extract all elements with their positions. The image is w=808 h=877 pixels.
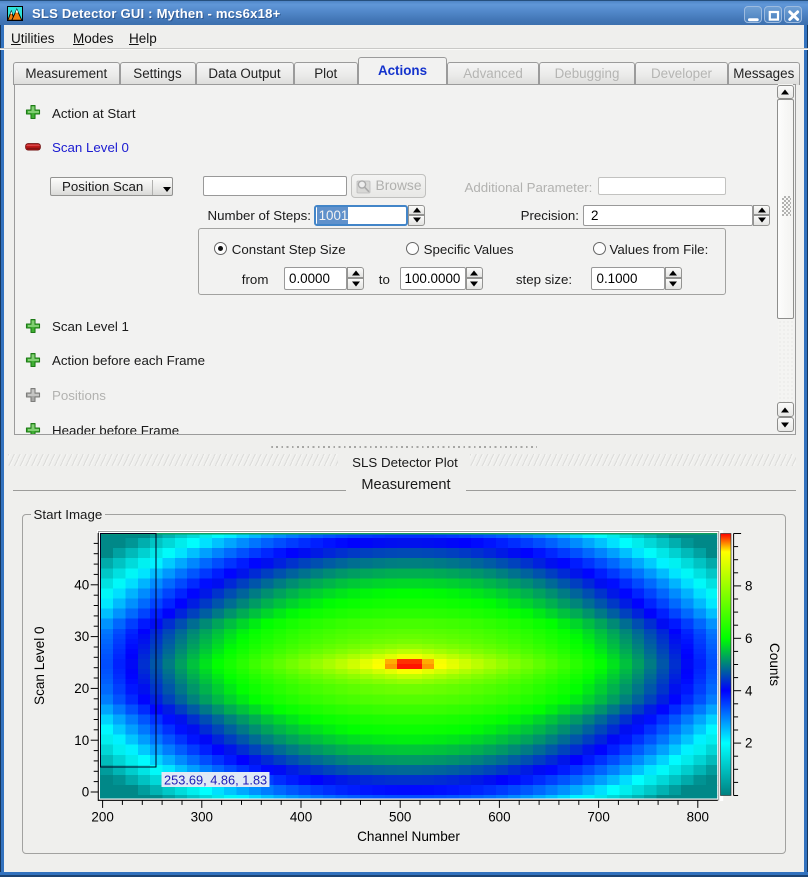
svg-text:Counts: Counts	[767, 643, 782, 686]
svg-text:500: 500	[389, 809, 411, 824]
svg-text:20: 20	[74, 681, 89, 696]
svg-text:600: 600	[488, 809, 510, 824]
svg-text:700: 700	[587, 809, 609, 824]
svg-text:2: 2	[745, 736, 752, 751]
svg-text:6: 6	[745, 631, 752, 646]
svg-text:0: 0	[82, 785, 89, 800]
svg-text:400: 400	[290, 809, 312, 824]
svg-text:Scan Level 0: Scan Level 0	[32, 626, 47, 705]
svg-text:253.69, 4.86, 1.83: 253.69, 4.86, 1.83	[164, 773, 267, 788]
svg-text:800: 800	[687, 809, 709, 824]
svg-text:10: 10	[74, 733, 89, 748]
svg-text:30: 30	[74, 629, 89, 644]
svg-text:4: 4	[745, 683, 753, 698]
svg-text:300: 300	[191, 809, 213, 824]
svg-text:8: 8	[745, 579, 752, 594]
svg-text:40: 40	[74, 577, 89, 592]
svg-text:200: 200	[91, 809, 113, 824]
svg-text:Channel Number: Channel Number	[357, 829, 460, 844]
